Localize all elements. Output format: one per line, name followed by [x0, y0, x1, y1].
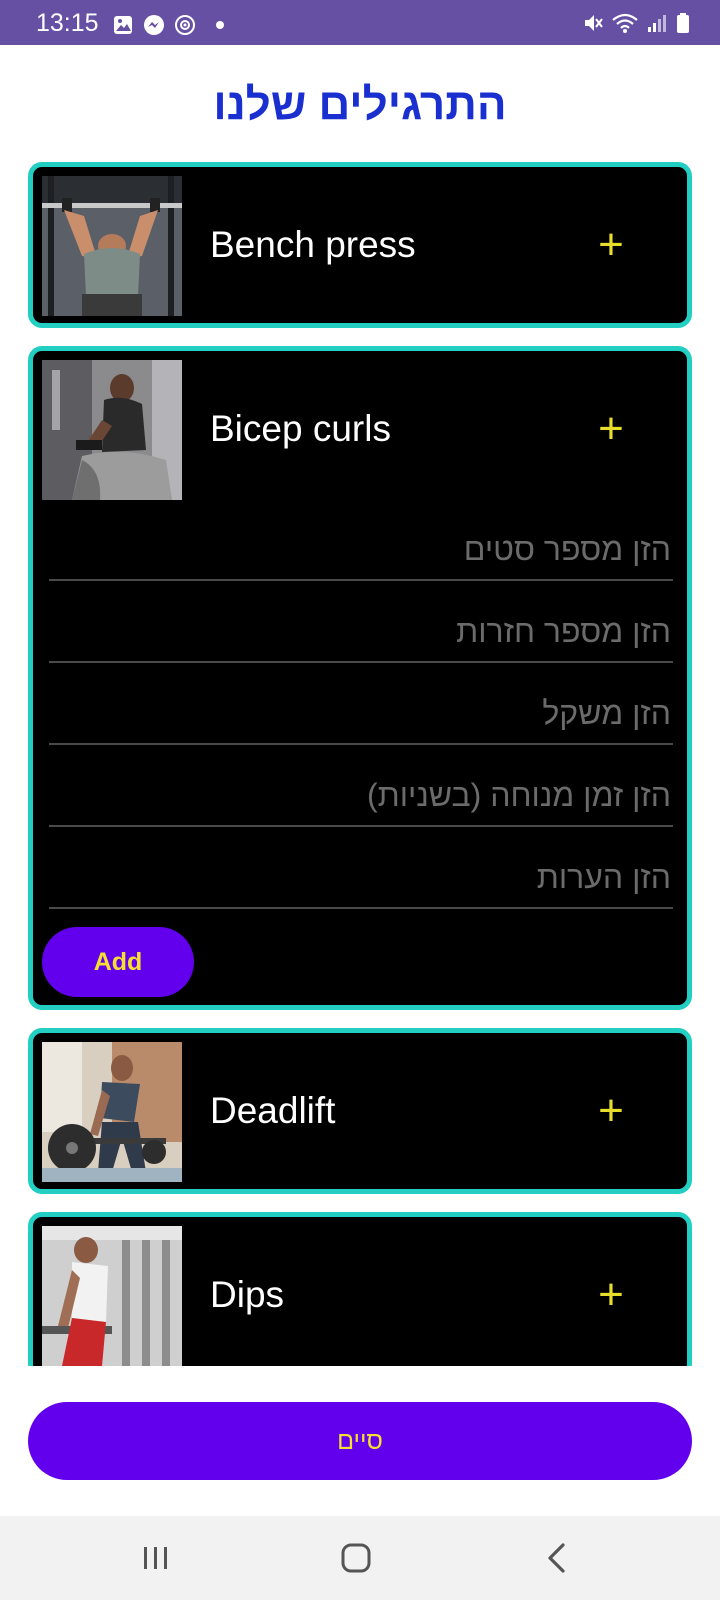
weight-field-wrapper [49, 685, 673, 745]
exercise-card-dips: Dips + [28, 1212, 692, 1366]
messenger-icon [143, 14, 165, 36]
status-time: 13:15 [36, 9, 99, 37]
reps-field-wrapper [49, 603, 673, 663]
exercise-card-bicep-curls: Bicep curls + Add [28, 346, 692, 1010]
notes-field-wrapper [49, 849, 673, 909]
sync-icon [174, 14, 196, 36]
dot-icon [215, 20, 225, 30]
navigation-bar [0, 1516, 720, 1600]
exercise-card-header: Bench press + [33, 167, 687, 323]
exercise-name: Bench press [210, 224, 416, 265]
expand-plus-icon[interactable]: + [591, 1089, 631, 1133]
notes-field[interactable] [49, 849, 673, 905]
sets-field-wrapper [49, 521, 673, 581]
exercise-card-deadlift: Deadlift + [28, 1028, 692, 1194]
rest-time-field-wrapper [49, 767, 673, 827]
add-button[interactable]: Add [42, 927, 194, 997]
reps-field[interactable] [49, 603, 673, 659]
expand-plus-icon[interactable]: + [591, 407, 631, 451]
exercise-name: Deadlift [210, 1090, 336, 1131]
exercise-card-header: Dips + [33, 1217, 687, 1366]
gallery-icon [112, 14, 134, 36]
back-icon[interactable] [538, 1538, 578, 1578]
status-bar: 13:15 [0, 0, 720, 45]
exercise-name: Dips [210, 1274, 285, 1315]
page-title: התרגילים שלנו [213, 80, 507, 129]
home-icon[interactable] [336, 1538, 376, 1578]
exercise-list[interactable]: Bench press + Bicep curls + הזן מספר סטי… [28, 162, 692, 1366]
bicep-curls-image [42, 360, 182, 500]
exercise-card-header: Bicep curls + [33, 351, 687, 507]
finish-button[interactable]: סיים [28, 1402, 692, 1480]
signal-icon [646, 12, 668, 34]
bench-press-image [42, 176, 182, 316]
wifi-icon [612, 12, 638, 34]
sets-field[interactable] [49, 521, 673, 577]
battery-icon [676, 12, 690, 34]
status-system-icons [582, 12, 690, 34]
weight-field[interactable] [49, 685, 673, 741]
recents-icon[interactable] [136, 1538, 176, 1578]
mute-icon [582, 12, 604, 34]
expand-plus-icon[interactable]: + [591, 223, 631, 267]
exercise-entry-form: Add [33, 507, 687, 1009]
status-notification-icons [112, 14, 225, 36]
deadlift-image [42, 1042, 182, 1182]
rest-time-field[interactable] [49, 767, 673, 823]
exercise-card-bench-press: Bench press + [28, 162, 692, 328]
exercise-card-header: Deadlift + [33, 1033, 687, 1189]
dips-image [42, 1226, 182, 1366]
expand-plus-icon[interactable]: + [591, 1273, 631, 1317]
exercise-name: Bicep curls [210, 408, 391, 449]
